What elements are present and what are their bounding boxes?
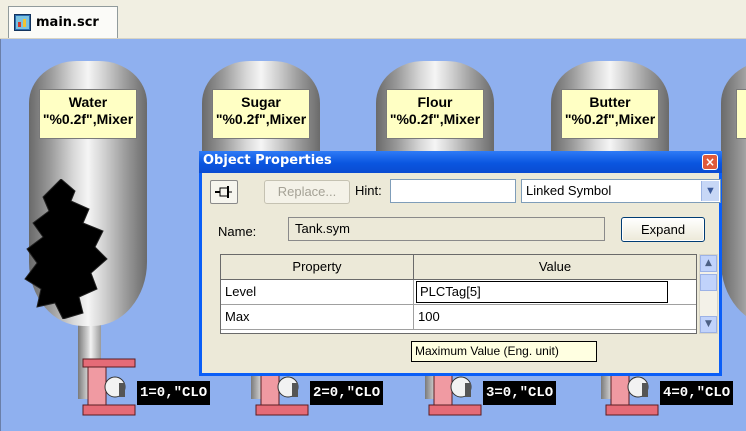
tank-label-name: Flour: [417, 94, 453, 110]
name-label: Name:: [218, 224, 257, 239]
chevron-down-icon[interactable]: ▼: [701, 181, 719, 201]
dialog-title: Object Properties: [203, 153, 332, 168]
expand-button[interactable]: Expand: [621, 217, 705, 242]
valve-status-text: 2=0,"CLO: [310, 381, 384, 405]
symbol-type-value: Linked Symbol: [526, 183, 612, 198]
tank-label-format: "%0.2f",Mixer: [564, 111, 656, 127]
property-cell[interactable]: Level: [221, 280, 414, 305]
tank-label-name: Sugar: [241, 94, 281, 110]
tank-label-water: Water "%0.2f",Mixer: [39, 89, 137, 139]
symbol-type-select[interactable]: Linked Symbol ▼: [521, 179, 721, 203]
pin-icon: [215, 186, 232, 198]
valve-status-text: 1=0,"CLO: [137, 381, 211, 405]
close-button[interactable]: ×: [702, 154, 718, 170]
properties-grid: Property Value Level PLCTag[5] Max 100: [220, 254, 697, 334]
dialog-titlebar[interactable]: Object Properties ×: [199, 151, 722, 173]
tank-crack-graphic: [24, 179, 108, 319]
grid-scrollbar[interactable]: ▲ ▼: [699, 254, 718, 334]
hint-label: Hint:: [355, 183, 382, 198]
tank-label-name: Butter: [589, 94, 631, 110]
replace-button[interactable]: Replace...: [264, 180, 350, 204]
tab-label: main.scr: [36, 15, 99, 30]
column-header-value[interactable]: Value: [414, 255, 696, 280]
tab-bar: main.scr: [0, 0, 746, 39]
value-cell[interactable]: 100: [414, 305, 696, 330]
screen-file-icon: [14, 14, 31, 31]
tank-label-format: "%0.2f",Mixer: [42, 111, 134, 127]
tank-label-sugar: Sugar "%0.2f",Mixer: [212, 89, 310, 139]
scroll-up-icon[interactable]: ▲: [700, 255, 717, 272]
tank-label-butter: Butter "%0.2f",Mixer: [561, 89, 659, 139]
tank-label-format: "%0.2f",Mixer: [389, 111, 481, 127]
valve-status-text: 4=0,"CLO: [660, 381, 734, 405]
name-field: Tank.sym: [288, 217, 605, 241]
value-cell[interactable]: PLCTag[5]: [414, 280, 696, 305]
app-window: main.scr Water "%0.2f",Mixer Sugar "%0.2…: [0, 0, 746, 431]
value-edit-input[interactable]: PLCTag[5]: [416, 281, 668, 303]
column-header-property[interactable]: Property: [221, 255, 414, 280]
hint-input[interactable]: [390, 179, 516, 203]
tank-label-name: Water: [68, 94, 108, 110]
tab-main-scr[interactable]: main.scr: [8, 6, 118, 38]
valve-icon[interactable]: [79, 357, 139, 417]
property-cell[interactable]: Max: [221, 305, 414, 330]
pin-button[interactable]: [210, 180, 238, 204]
tooltip: Maximum Value (Eng. unit): [411, 341, 597, 362]
scroll-thumb[interactable]: [700, 274, 717, 291]
scroll-down-icon[interactable]: ▼: [700, 316, 717, 333]
tank-label-format: "%0.2f",Mixer: [215, 111, 307, 127]
tank-label-flour: Flour "%0.2f",Mixer: [386, 89, 484, 139]
valve-status-text: 3=0,"CLO: [483, 381, 557, 405]
tank-label-partial: [736, 89, 746, 139]
